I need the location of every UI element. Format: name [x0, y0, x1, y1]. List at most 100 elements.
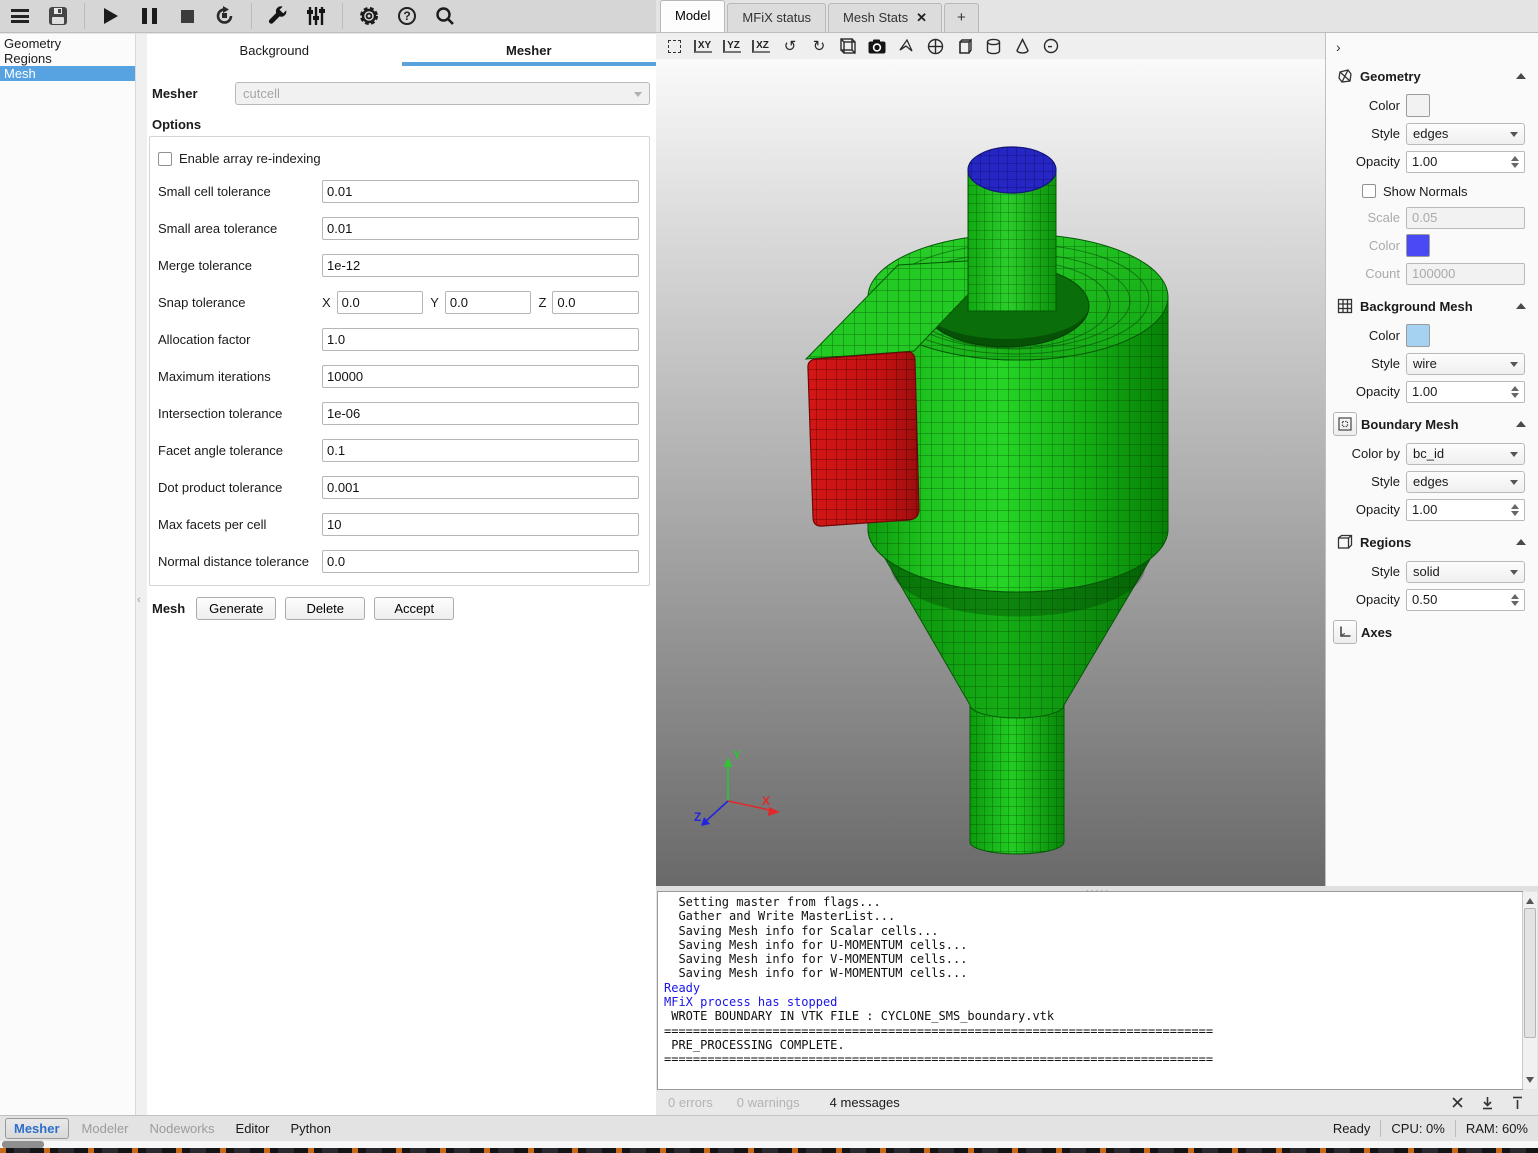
- scroll-to-top-icon[interactable]: [1506, 1094, 1528, 1112]
- console-output[interactable]: Setting master from flags... Gather and …: [657, 891, 1523, 1090]
- collapse-caret-icon[interactable]: [1516, 421, 1526, 427]
- background-mesh-opacity-spinbox[interactable]: 1.00: [1406, 381, 1525, 403]
- enable-reindex-checkbox[interactable]: [158, 152, 172, 166]
- fit-view-icon[interactable]: [664, 36, 684, 56]
- boundary-mesh-color-by-select[interactable]: bc_id: [1406, 443, 1525, 465]
- collapse-caret-icon[interactable]: [1516, 539, 1526, 545]
- snap-x-input[interactable]: [337, 291, 424, 314]
- show-normals-checkbox[interactable]: [1362, 184, 1376, 198]
- cylinder-toggle-icon[interactable]: [983, 36, 1003, 56]
- disc-toggle-icon[interactable]: [1041, 36, 1061, 56]
- merge-tolerance-input[interactable]: [322, 254, 639, 277]
- splitter-collapse-icon[interactable]: ‹: [137, 594, 141, 606]
- panel-collapse-icon[interactable]: ›: [1336, 39, 1354, 55]
- mode-editor[interactable]: Editor: [228, 1119, 278, 1138]
- tab-mfix-status[interactable]: MFiX status: [727, 3, 826, 32]
- dot-product-tolerance-input[interactable]: [322, 476, 639, 499]
- warnings-count[interactable]: 0 warnings: [737, 1095, 800, 1110]
- scroll-to-bottom-icon[interactable]: [1476, 1094, 1498, 1112]
- tab-model[interactable]: Model: [660, 0, 725, 32]
- regions-style-select[interactable]: solid: [1406, 561, 1525, 583]
- nav-item-mesh[interactable]: Mesh: [0, 66, 135, 81]
- view-yz-icon[interactable]: YZ: [722, 36, 742, 56]
- new-tab-button[interactable]: +: [944, 3, 979, 32]
- mode-modeler[interactable]: Modeler: [74, 1119, 137, 1138]
- collapse-caret-icon[interactable]: [1516, 73, 1526, 79]
- rotate-ccw-icon[interactable]: ↺: [780, 36, 800, 56]
- mode-python[interactable]: Python: [283, 1119, 339, 1138]
- sphere-toggle-icon[interactable]: [925, 36, 945, 56]
- snap-y-input[interactable]: [445, 291, 532, 314]
- tab-background[interactable]: Background: [147, 38, 402, 66]
- vtk-3d-viewport[interactable]: Y X Z: [656, 59, 1325, 886]
- geometry-style-select[interactable]: edges: [1406, 123, 1525, 145]
- max-facets-per-cell-input[interactable]: [322, 513, 639, 536]
- stop-icon[interactable]: [175, 4, 199, 28]
- help-icon[interactable]: ?: [395, 4, 419, 28]
- generate-button[interactable]: Generate: [196, 597, 276, 620]
- boundary-mesh-opacity-spinbox[interactable]: 1.00: [1406, 499, 1525, 521]
- background-mesh-section-header[interactable]: Background Mesh: [1326, 293, 1538, 319]
- tab-mesher[interactable]: Mesher: [402, 38, 657, 66]
- mode-nodeworks[interactable]: Nodeworks: [142, 1119, 223, 1138]
- console-scrollbar[interactable]: [1522, 892, 1537, 1089]
- geometry-opacity-spinbox[interactable]: 1.00: [1406, 151, 1525, 173]
- scroll-down-icon[interactable]: [1526, 1077, 1534, 1083]
- search-icon[interactable]: [433, 4, 457, 28]
- errors-count[interactable]: 0 errors: [668, 1095, 713, 1110]
- background-mesh-style-select[interactable]: wire: [1406, 353, 1525, 375]
- intersection-tolerance-input[interactable]: [322, 402, 639, 425]
- messages-count[interactable]: 4 messages: [830, 1095, 900, 1110]
- regions-section-header[interactable]: Regions: [1326, 529, 1538, 555]
- axes-section-header[interactable]: Axes: [1326, 619, 1538, 645]
- boundary-mesh-section-header[interactable]: Boundary Mesh: [1326, 411, 1538, 437]
- nav-item-geometry[interactable]: Geometry: [0, 36, 135, 51]
- tab-mesh-stats[interactable]: Mesh Stats✕: [828, 3, 942, 32]
- nav-item-regions[interactable]: Regions: [0, 51, 135, 66]
- save-icon[interactable]: [46, 4, 70, 28]
- normals-scale-input[interactable]: 0.05: [1406, 207, 1525, 229]
- sidebar-splitter[interactable]: ‹: [136, 34, 147, 1115]
- rotate-cw-icon[interactable]: ↻: [809, 36, 829, 56]
- small-cell-tolerance-input[interactable]: [322, 180, 639, 203]
- delete-button[interactable]: Delete: [285, 597, 365, 620]
- regions-opacity-spinbox[interactable]: 0.50: [1406, 589, 1525, 611]
- normal-distance-tolerance-input[interactable]: [322, 550, 639, 573]
- box-toggle-icon[interactable]: [954, 36, 974, 56]
- geometry-toggle-icon[interactable]: [896, 36, 916, 56]
- mode-mesher[interactable]: Mesher: [5, 1118, 69, 1139]
- scrollbar-handle[interactable]: [1524, 908, 1536, 1038]
- normals-color-swatch[interactable]: [1406, 234, 1430, 257]
- run-icon[interactable]: [99, 4, 123, 28]
- geometry-section-header[interactable]: Geometry: [1326, 63, 1538, 89]
- perspective-cube-icon[interactable]: [838, 36, 858, 56]
- settings-sliders-icon[interactable]: [304, 4, 328, 28]
- snap-z-input[interactable]: [552, 291, 639, 314]
- geometry-color-swatch[interactable]: [1406, 94, 1430, 117]
- menu-icon[interactable]: [8, 4, 32, 28]
- normals-count-input[interactable]: 100000: [1406, 263, 1525, 285]
- clear-console-icon[interactable]: [1446, 1094, 1468, 1112]
- pause-icon[interactable]: [137, 4, 161, 28]
- scrollbar-handle[interactable]: [2, 1141, 44, 1148]
- maximum-iterations-input[interactable]: [322, 365, 639, 388]
- view-xy-icon[interactable]: XY: [693, 36, 713, 56]
- allocation-factor-input[interactable]: [322, 328, 639, 351]
- screenshot-camera-icon[interactable]: [867, 36, 887, 56]
- accept-button[interactable]: Accept: [374, 597, 454, 620]
- small-area-tolerance-input[interactable]: [322, 217, 639, 240]
- reset-icon[interactable]: [213, 4, 237, 28]
- cone-toggle-icon[interactable]: [1012, 36, 1032, 56]
- mesher-select[interactable]: cutcell: [235, 82, 650, 105]
- axes-icon[interactable]: [1333, 620, 1357, 644]
- bottom-scrollbar[interactable]: [0, 1141, 1538, 1148]
- boundary-mesh-icon[interactable]: [1333, 412, 1357, 436]
- gear-icon[interactable]: [357, 4, 381, 28]
- facet-angle-tolerance-input[interactable]: [322, 439, 639, 462]
- view-xz-icon[interactable]: XZ: [751, 36, 771, 56]
- boundary-mesh-style-select[interactable]: edges: [1406, 471, 1525, 493]
- scroll-up-icon[interactable]: [1526, 898, 1534, 904]
- collapse-caret-icon[interactable]: [1516, 303, 1526, 309]
- background-mesh-color-swatch[interactable]: [1406, 324, 1430, 347]
- build-wrench-icon[interactable]: [266, 4, 290, 28]
